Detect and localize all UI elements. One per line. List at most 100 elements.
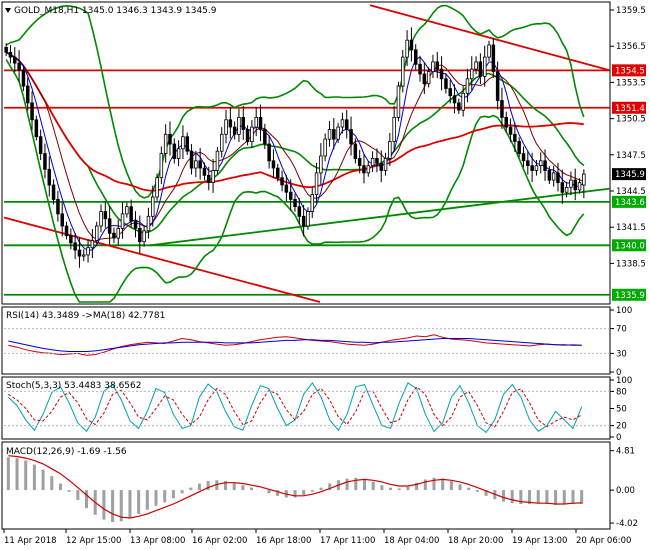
candle-body xyxy=(413,49,418,65)
candle-body xyxy=(95,225,99,241)
candle-body xyxy=(474,61,478,70)
candle-body xyxy=(405,39,409,58)
candle-body xyxy=(8,51,13,58)
candle-body xyxy=(513,133,517,142)
candle-body xyxy=(539,160,543,167)
candle-body xyxy=(181,136,185,150)
candle-body xyxy=(362,165,366,174)
candle-body xyxy=(155,177,159,198)
candle-body xyxy=(133,220,138,229)
main-title: GOLD_M18,H1 1345.0 1346.3 1343.9 1345.9 xyxy=(14,6,217,16)
candle-body xyxy=(431,61,435,73)
axis-tick-label: 100 xyxy=(616,306,632,316)
axis-tick-label: 80 xyxy=(616,387,627,397)
candle-body xyxy=(319,155,323,174)
candle-body xyxy=(34,119,39,138)
candle-body xyxy=(90,240,95,249)
candle-body xyxy=(478,61,483,77)
candle-body xyxy=(332,129,336,140)
candle-body xyxy=(47,168,52,186)
price-tick-label: 1359.5 xyxy=(616,6,646,16)
candle-body xyxy=(228,119,233,128)
candle-body xyxy=(206,174,211,183)
candle-body xyxy=(254,117,258,128)
candle-body xyxy=(142,230,146,243)
candle-body xyxy=(551,172,556,181)
candle-body xyxy=(448,88,452,97)
candle-body xyxy=(560,182,565,193)
candle-body xyxy=(422,73,427,85)
candle-body xyxy=(73,242,77,251)
candle-body xyxy=(189,150,194,169)
candle-body xyxy=(521,153,526,162)
time-tick-label: 19 Apr 13:00 xyxy=(512,536,567,546)
price-tag-label: 1340.0 xyxy=(615,241,645,251)
trading-chart-window: 1354.5 1351.4 1345.9 1343.6 1340.0 1335.9 135… xyxy=(0,0,650,550)
candle-body xyxy=(159,153,164,179)
price-tick-label: 1353.5 xyxy=(616,78,646,88)
candle-body xyxy=(577,182,582,191)
time-tick-label: 12 Apr 15:00 xyxy=(66,536,121,546)
candle-body xyxy=(400,56,405,87)
candle-body xyxy=(245,129,250,143)
candle-body xyxy=(457,102,461,111)
candle-body xyxy=(543,160,547,171)
price-tag-label: 1354.5 xyxy=(615,66,645,76)
candle-body xyxy=(383,157,388,171)
axis-tick-label: 70 xyxy=(616,325,627,335)
candle-body xyxy=(150,196,155,217)
candle-body xyxy=(573,179,578,191)
candle-body xyxy=(392,117,396,142)
candle-body xyxy=(491,44,496,72)
candle-body xyxy=(219,133,224,152)
candle-body xyxy=(271,160,276,169)
chart-canvas[interactable]: 1354.5 1351.4 1345.9 1343.6 1340.0 1335.9 135… xyxy=(0,0,650,550)
candle-body xyxy=(357,157,362,166)
candle-body xyxy=(306,211,310,227)
time-tick-label: 16 Apr 02:00 xyxy=(192,536,247,546)
macd-title: MACD(12,26,9) -1.69 -1.56 xyxy=(6,447,127,457)
candle-body xyxy=(495,71,500,101)
axis-tick-label: 100 xyxy=(616,376,632,386)
candle-body xyxy=(534,165,539,171)
candle-body xyxy=(508,126,513,135)
candle-body xyxy=(284,184,289,193)
axis-tick-label: -4.02 xyxy=(616,519,638,529)
candle-body xyxy=(569,179,573,188)
axis-tick-label: 30 xyxy=(616,349,627,359)
candle-body xyxy=(4,47,8,53)
candle-body xyxy=(530,165,534,171)
axis-tick-label: 50 xyxy=(616,405,627,415)
candle-body xyxy=(482,56,487,77)
candle-body xyxy=(526,160,530,167)
candle-body xyxy=(51,184,56,200)
candle-body xyxy=(21,70,26,87)
candle-body xyxy=(461,92,465,111)
candle-body xyxy=(275,167,280,179)
candle-body xyxy=(116,227,121,239)
candle-body xyxy=(353,143,358,159)
candle-body xyxy=(263,129,267,145)
candle-body xyxy=(25,85,30,104)
candle-body xyxy=(172,143,177,159)
time-tick-label: 18 Apr 04:00 xyxy=(384,536,439,546)
candle-body xyxy=(198,160,202,169)
candle-body xyxy=(267,143,271,162)
candle-body xyxy=(396,85,401,118)
candle-body xyxy=(60,213,65,227)
candle-body xyxy=(241,117,245,130)
candle-body xyxy=(125,206,129,215)
candle-body xyxy=(314,172,319,195)
candle-body xyxy=(38,136,43,154)
candle-body xyxy=(120,213,125,229)
candle-body xyxy=(77,249,82,257)
candle-body xyxy=(168,133,172,145)
candle-body xyxy=(64,225,69,237)
candle-body xyxy=(310,194,314,212)
candle-body xyxy=(564,186,569,193)
candle-body xyxy=(418,63,422,75)
time-tick-label: 13 Apr 08:00 xyxy=(130,536,185,546)
candle-body xyxy=(375,157,379,164)
candle-body xyxy=(107,218,112,234)
candle-body xyxy=(293,198,297,207)
